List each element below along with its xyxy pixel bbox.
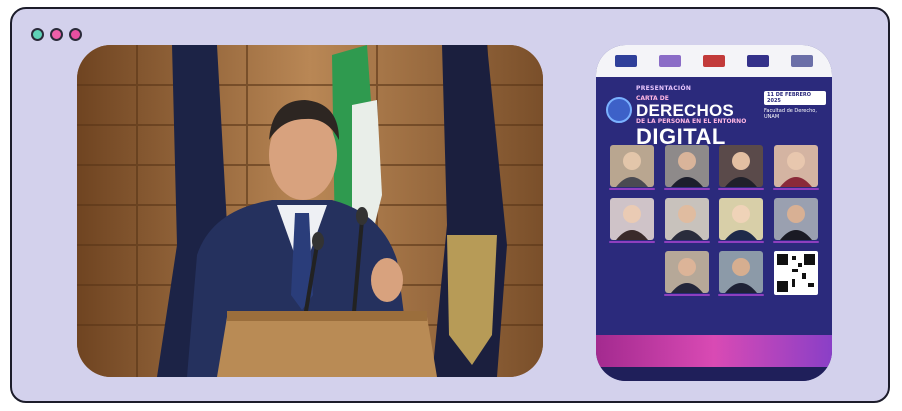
speaker-card — [608, 145, 657, 190]
browser-frame: PRESENTACIÓN CARTA DE DERECHOS DE LA PER… — [10, 7, 890, 403]
speaker-card — [717, 251, 766, 296]
speaker-card — [663, 145, 712, 190]
speaker-name — [718, 241, 765, 243]
poster-date: 11 DE FEBRERO 2025 — [764, 91, 826, 105]
logo-icon — [747, 55, 769, 67]
logo-icon — [791, 55, 813, 67]
speaker-photo-thumb — [610, 145, 655, 187]
qr-code-icon — [773, 251, 818, 295]
qr-card — [772, 251, 821, 296]
speaker-name — [609, 241, 656, 243]
speaker-card — [663, 198, 712, 243]
speaker-photo-thumb — [610, 198, 655, 240]
poster-venue: Facultad de Derecho, UNAM — [764, 108, 817, 120]
speaker-photo-thumb — [719, 198, 764, 240]
speaker-name — [663, 294, 710, 296]
speaker-card — [772, 198, 821, 243]
poster-footer — [596, 327, 832, 381]
event-poster: PRESENTACIÓN CARTA DE DERECHOS DE LA PER… — [596, 45, 832, 381]
speaker-photo-thumb — [719, 145, 764, 187]
speaker-grid-spacer — [608, 251, 657, 296]
speaker-name — [609, 188, 656, 190]
speaker-name — [718, 294, 765, 296]
speaker-card — [717, 198, 766, 243]
speaker-name — [663, 241, 710, 243]
flag-icon — [703, 55, 725, 67]
speaker-photo-thumb — [664, 145, 709, 187]
speaker-photo-thumb — [664, 198, 709, 240]
window-controls — [31, 28, 82, 41]
speaker-photo-thumb — [664, 251, 709, 293]
speaker-name — [772, 188, 819, 190]
speaker-card — [717, 145, 766, 190]
poster-social-bar — [596, 367, 832, 381]
speaker-card — [608, 198, 657, 243]
speaker-photo-thumb — [773, 198, 818, 240]
poster-info: 11 DE FEBRERO 2025 Facultad de Derecho, … — [764, 91, 826, 141]
speaker-card — [772, 145, 821, 190]
speaker-card — [663, 251, 712, 296]
speaker-name — [718, 188, 765, 190]
speaker-photo-thumb — [773, 145, 818, 187]
speaker-photo — [77, 45, 543, 377]
speaker-name — [772, 241, 819, 243]
window-dot-teal[interactable] — [31, 28, 44, 41]
speaker-grid — [608, 145, 820, 296]
poster-footer-band — [596, 335, 832, 367]
sponsor-logos — [596, 45, 832, 77]
logo-icon — [615, 55, 637, 67]
scales-icon — [606, 97, 632, 123]
speaker-photo-thumb — [719, 251, 764, 293]
poster-kicker: PRESENTACIÓN — [636, 85, 692, 92]
window-dot-pink[interactable] — [50, 28, 63, 41]
speaker-name — [663, 188, 710, 190]
window-dot-pink-2[interactable] — [69, 28, 82, 41]
logo-icon — [659, 55, 681, 67]
